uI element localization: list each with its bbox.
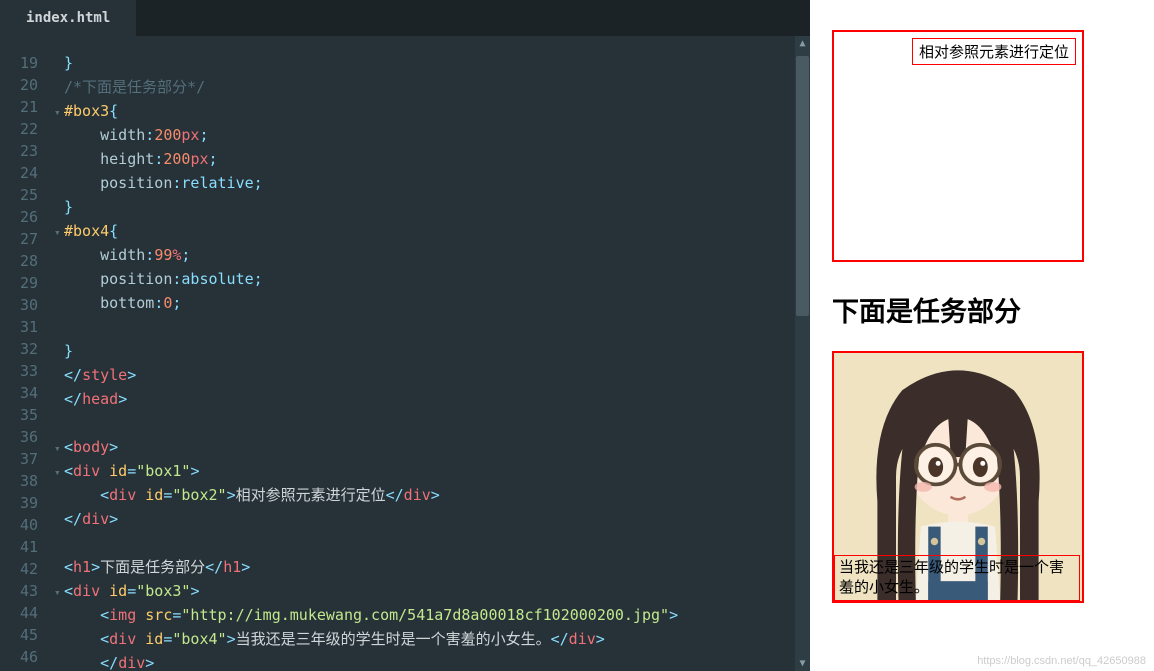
preview-pane: 相对参照元素进行定位 下面是任务部分 — [810, 0, 1154, 671]
fold-gutter-space — [54, 534, 64, 556]
code-line[interactable]: </div> — [54, 652, 810, 671]
code-line[interactable]: </style> — [54, 364, 810, 388]
code-line[interactable]: ▾#box3{ — [54, 100, 810, 124]
line-number: 25 — [0, 184, 38, 206]
code-line[interactable]: <img src="http://img.mukewang.com/541a7d… — [54, 604, 810, 628]
line-number: 46 — [0, 646, 38, 668]
line-number: 36 — [0, 426, 38, 448]
box4: 当我还是三年级的学生时是一个害羞的小女生。 — [834, 555, 1080, 602]
watermark-text: https://blog.csdn.net/qq_42650988 — [977, 655, 1146, 667]
fold-gutter-space — [54, 54, 64, 76]
fold-gutter-space — [54, 174, 64, 196]
code-line[interactable]: ▾#box4{ — [54, 220, 810, 244]
box2: 相对参照元素进行定位 — [912, 38, 1076, 65]
line-number: 38 — [0, 470, 38, 492]
line-number: 42 — [0, 558, 38, 580]
line-number: 21 — [0, 96, 38, 118]
line-number: 33 — [0, 360, 38, 382]
line-number: 37 — [0, 448, 38, 470]
code-line[interactable]: position:absolute; — [54, 268, 810, 292]
line-number: 41 — [0, 536, 38, 558]
code-line[interactable] — [54, 316, 810, 340]
fold-gutter-space — [54, 606, 64, 628]
code-line[interactable]: </head> — [54, 388, 810, 412]
fold-gutter-space — [54, 342, 64, 364]
code-line[interactable]: </div> — [54, 508, 810, 532]
fold-gutter-space — [54, 510, 64, 532]
scroll-down-arrow[interactable]: ▼ — [795, 656, 810, 671]
line-number: 35 — [0, 404, 38, 426]
line-number: 26 — [0, 206, 38, 228]
line-number: 34 — [0, 382, 38, 404]
code-line[interactable]: /*下面是任务部分*/ — [54, 76, 810, 100]
line-number: 28 — [0, 250, 38, 272]
line-number: 31 — [0, 316, 38, 338]
line-number: 39 — [0, 492, 38, 514]
fold-gutter-space — [54, 294, 64, 316]
code-line[interactable]: ▾<body> — [54, 436, 810, 460]
fold-marker-icon[interactable]: ▾ — [54, 438, 64, 460]
app-layout: index.html 19202122232425262728293031323… — [0, 0, 1154, 671]
fold-gutter-space — [54, 318, 64, 340]
line-number: 22 — [0, 118, 38, 140]
line-number: 27 — [0, 228, 38, 250]
tab-index-html[interactable]: index.html — [0, 0, 136, 36]
line-number: 43 — [0, 580, 38, 602]
fold-gutter-space — [54, 366, 64, 388]
code-line[interactable]: width:99%; — [54, 244, 810, 268]
line-number: 40 — [0, 514, 38, 536]
code-line[interactable]: ▾<div id="box1"> — [54, 460, 810, 484]
code-line[interactable]: bottom:0; — [54, 292, 810, 316]
vertical-scrollbar[interactable]: ▲ ▼ — [795, 36, 810, 671]
box1: 相对参照元素进行定位 — [832, 30, 1084, 262]
line-number: 29 — [0, 272, 38, 294]
line-number: 19 — [0, 52, 38, 74]
editor-body[interactable]: 1920212223242526272829303132333435363738… — [0, 36, 810, 671]
scrollbar-thumb[interactable] — [796, 56, 809, 316]
line-number: 30 — [0, 294, 38, 316]
box3: 当我还是三年级的学生时是一个害羞的小女生。 — [832, 351, 1084, 603]
code-line[interactable]: } — [54, 52, 810, 76]
fold-marker-icon[interactable]: ▾ — [54, 582, 64, 604]
code-area[interactable]: } /*下面是任务部分*/▾#box3{ width:200px; height… — [48, 36, 810, 671]
fold-gutter-space — [54, 414, 64, 436]
code-line[interactable] — [54, 412, 810, 436]
fold-gutter-space — [54, 654, 64, 671]
scroll-up-arrow[interactable]: ▲ — [795, 36, 810, 51]
code-line[interactable] — [54, 532, 810, 556]
editor-pane: index.html 19202122232425262728293031323… — [0, 0, 810, 671]
fold-gutter-space — [54, 558, 64, 580]
fold-gutter-space — [54, 630, 64, 652]
fold-gutter-space — [54, 270, 64, 292]
fold-gutter-space — [54, 486, 64, 508]
tab-bar: index.html — [0, 0, 810, 36]
fold-marker-icon[interactable]: ▾ — [54, 102, 64, 124]
code-line[interactable]: } — [54, 340, 810, 364]
code-line[interactable]: <div id="box4">当我还是三年级的学生时是一个害羞的小女生。</di… — [54, 628, 810, 652]
fold-gutter-space — [54, 246, 64, 268]
line-number: 32 — [0, 338, 38, 360]
line-number: 20 — [0, 74, 38, 96]
line-number: 24 — [0, 162, 38, 184]
line-number: 23 — [0, 140, 38, 162]
fold-gutter-space — [54, 390, 64, 412]
fold-marker-icon[interactable]: ▾ — [54, 222, 64, 244]
line-number: 45 — [0, 624, 38, 646]
fold-gutter-space — [54, 150, 64, 172]
fold-gutter-space — [54, 78, 64, 100]
preview-heading: 下面是任务部分 — [832, 290, 1132, 329]
code-line[interactable]: <h1>下面是任务部分</h1> — [54, 556, 810, 580]
fold-marker-icon[interactable]: ▾ — [54, 462, 64, 484]
line-number-gutter: 1920212223242526272829303132333435363738… — [0, 36, 48, 671]
fold-gutter-space — [54, 126, 64, 148]
line-number: 44 — [0, 602, 38, 624]
code-line[interactable]: <div id="box2">相对参照元素进行定位</div> — [54, 484, 810, 508]
code-line[interactable]: height:200px; — [54, 148, 810, 172]
code-line[interactable]: width:200px; — [54, 124, 810, 148]
fold-gutter-space — [54, 198, 64, 220]
code-line[interactable]: ▾<div id="box3"> — [54, 580, 810, 604]
code-line[interactable]: position:relative; — [54, 172, 810, 196]
code-line[interactable]: } — [54, 196, 810, 220]
